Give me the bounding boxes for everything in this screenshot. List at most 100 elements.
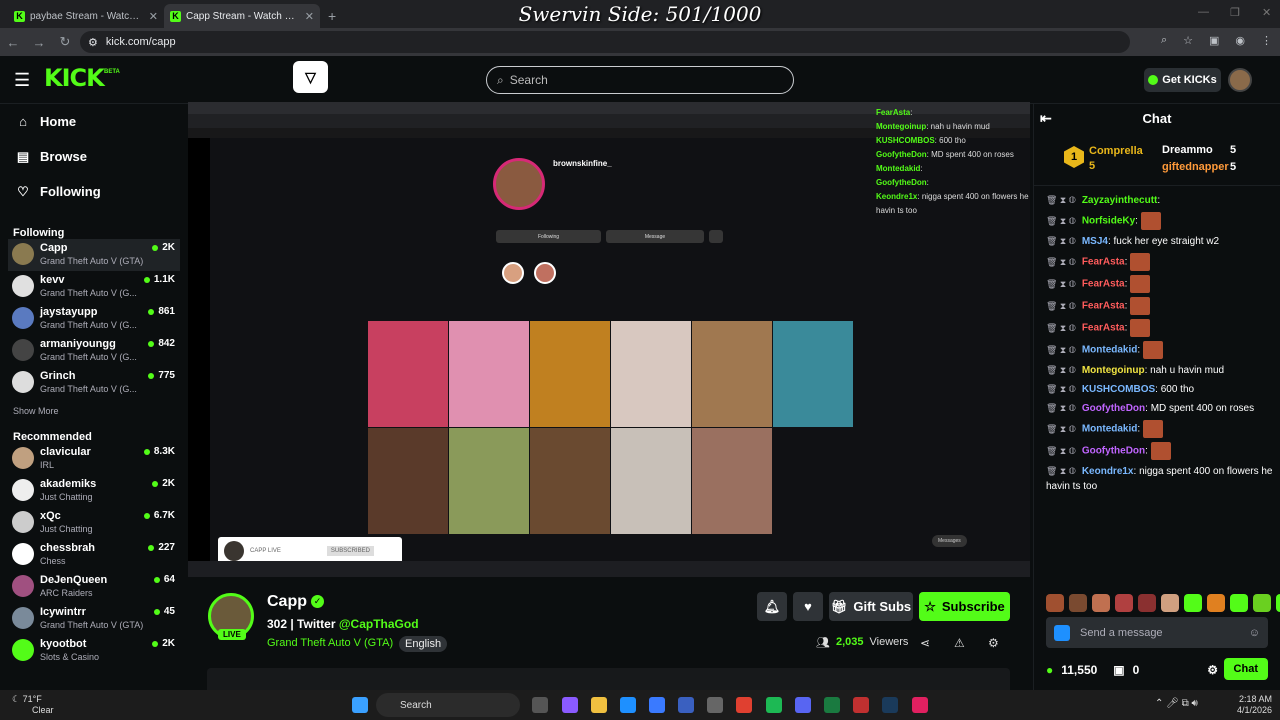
close-window-icon[interactable]: ✕	[1262, 6, 1271, 19]
user-avatar[interactable]	[1228, 68, 1252, 92]
channel-name[interactable]: Capp	[267, 593, 307, 611]
sidebar-channel-xqc[interactable]: xQc Just Chatting 6.7K	[0, 507, 188, 539]
sidebar-channel-akademiks[interactable]: akademiks Just Chatting 2K	[0, 475, 188, 507]
chat-username[interactable]: Zayzayinthecutt	[1082, 195, 1158, 206]
chat-username[interactable]: Montedakid	[1082, 345, 1138, 356]
collapse-chat-icon[interactable]: ⇤	[1040, 110, 1052, 127]
gift-subs-button[interactable]: 🎁︎ Gift Subs	[829, 592, 913, 621]
minimize-icon[interactable]: —	[1198, 6, 1209, 18]
emote[interactable]	[1069, 594, 1087, 612]
copilot-icon[interactable]	[562, 697, 578, 713]
sidebar-channel-armaniyoungg[interactable]: armaniyoungg Grand Theft Auto V (G... 842	[0, 335, 188, 367]
chat-username[interactable]: GoofytheDon	[1082, 446, 1145, 457]
emote[interactable]	[1115, 594, 1133, 612]
language-tag[interactable]: English	[399, 636, 448, 652]
leader-name[interactable]: Comprella	[1089, 145, 1143, 157]
sidebar-channel-clavicular[interactable]: clavicular IRL 8.3K	[0, 443, 188, 475]
mod-actions-icon[interactable]: 🗑︎ ⧗ ◍	[1046, 236, 1076, 246]
chat-username[interactable]: Keondre1x	[1082, 466, 1134, 477]
send-chat-button[interactable]: Chat	[1223, 658, 1268, 680]
sidebar-channel-grinch[interactable]: Grinch Grand Theft Auto V (G... 775	[0, 367, 188, 399]
more-options-icon[interactable]: ⚙	[988, 636, 999, 650]
sidebar-channel-jaystayupp[interactable]: jaystayupp Grand Theft Auto V (G... 861	[0, 303, 188, 335]
mod-actions-icon[interactable]: 🗑︎ ⧗ ◍	[1046, 301, 1076, 311]
spotify-icon[interactable]	[766, 697, 782, 713]
clip-icon[interactable]: ▽	[293, 61, 328, 93]
get-kicks-button[interactable]: Get KICKs	[1144, 68, 1221, 92]
sidebar-item-home[interactable]: ⌂ Home	[0, 104, 188, 139]
close-tab-icon[interactable]: ✕	[305, 10, 314, 23]
chat-settings-icon[interactable]: ⚙	[1207, 663, 1218, 677]
windows-search[interactable]: Search	[376, 693, 520, 717]
emoji-icon[interactable]: ☺	[1249, 627, 1260, 639]
emote[interactable]	[1138, 594, 1156, 612]
tiktok-icon[interactable]	[912, 697, 928, 713]
sidebar-channel-icywintrr[interactable]: Icywintrr Grand Theft Auto V (GTA) 45	[0, 603, 188, 635]
maximize-icon[interactable]: ❐	[1230, 6, 1240, 19]
extensions-icon[interactable]: ▣	[1209, 34, 1219, 47]
mod-actions-icon[interactable]: 🗑︎ ⧗ ◍	[1046, 466, 1076, 476]
mod-actions-icon[interactable]: 🗑︎ ⧗ ◍	[1046, 257, 1076, 267]
chat-username[interactable]: MSJ4	[1082, 236, 1108, 247]
url-field[interactable]: ⚙ kick.com/capp	[80, 31, 1130, 53]
menu-icon[interactable]: ☰	[14, 70, 30, 91]
sidebar-channel-capp[interactable]: Capp Grand Theft Auto V (GTA) 2K	[8, 239, 180, 271]
mod-actions-icon[interactable]: 🗑︎ ⧗ ◍	[1046, 424, 1076, 434]
emote[interactable]	[1161, 594, 1179, 612]
chat-username[interactable]: NorfsideKy	[1082, 216, 1135, 227]
chrome-icon[interactable]	[736, 697, 752, 713]
chat-username[interactable]: Montegoinup	[1082, 365, 1145, 376]
browser-tab-capp[interactable]: K Capp Stream - Watch Live on Ki ✕	[164, 4, 320, 28]
zoom-icon[interactable]: ⌕	[1161, 34, 1167, 47]
emote[interactable]	[1253, 594, 1271, 612]
tray-icons[interactable]: ⌃ 🎤︎ ⧉ 🔊︎	[1155, 698, 1198, 709]
clock[interactable]: 2:18 AM 4/1/2026	[1230, 694, 1272, 716]
mod-actions-icon[interactable]: 🗑︎ ⧗ ◍	[1046, 216, 1076, 226]
file-explorer-icon[interactable]	[591, 697, 607, 713]
sidebar-item-browse[interactable]: ▤ Browse	[0, 139, 188, 174]
mod-actions-icon[interactable]: 🗑︎ ⧗ ◍	[1046, 403, 1076, 413]
mod-actions-icon[interactable]: 🗑︎ ⧗ ◍	[1046, 446, 1076, 456]
emote[interactable]	[1230, 594, 1248, 612]
forward-icon[interactable]: →	[26, 35, 52, 50]
report-icon[interactable]: ⚠	[954, 636, 965, 650]
windows-start-icon[interactable]	[352, 697, 368, 713]
kick-logo[interactable]: KICK	[44, 64, 105, 92]
chat-username[interactable]: FearAsta	[1082, 323, 1125, 334]
chat-username[interactable]: FearAsta	[1082, 257, 1125, 268]
sidebar-channel-chessbrah[interactable]: chessbrah Chess 227	[0, 539, 188, 571]
browser-menu-icon[interactable]: ⋮	[1261, 34, 1272, 47]
back-icon[interactable]: ←	[0, 35, 26, 50]
steam-icon[interactable]	[882, 697, 898, 713]
discord-icon[interactable]	[795, 697, 811, 713]
kick-emote-icon[interactable]	[1054, 624, 1070, 641]
subscribe-button[interactable]: ☆ Subscribe	[919, 592, 1010, 621]
emote[interactable]	[1276, 594, 1280, 612]
stream-category[interactable]: Grand Theft Auto V (GTA)	[267, 637, 393, 649]
leader-name[interactable]: Dreammo	[1162, 144, 1213, 156]
xbox-icon[interactable]	[824, 697, 840, 713]
edge-icon[interactable]	[620, 697, 636, 713]
emote[interactable]	[1092, 594, 1110, 612]
mail-icon[interactable]	[678, 697, 694, 713]
close-tab-icon[interactable]: ✕	[149, 10, 158, 23]
kicks-balance[interactable]: 11,550	[1061, 663, 1097, 677]
mod-actions-icon[interactable]: 🗑︎ ⧗ ◍	[1046, 279, 1076, 289]
app-icon[interactable]	[707, 697, 723, 713]
mod-actions-icon[interactable]: 🗑︎ ⧗ ◍	[1046, 323, 1076, 333]
reload-icon[interactable]: ↻	[52, 34, 78, 50]
weather-widget[interactable]: ☾ 71°F Clear	[12, 694, 54, 715]
show-more-link[interactable]: Show More	[0, 399, 188, 423]
sidebar-channel-kevv[interactable]: kevv Grand Theft Auto V (G... 1.1K	[0, 271, 188, 303]
sidebar-item-following[interactable]: ♡ Following	[0, 174, 188, 209]
search-input[interactable]: ⌕ Search	[486, 66, 794, 94]
site-info-icon[interactable]: ⚙	[88, 36, 98, 49]
opera-icon[interactable]	[853, 697, 869, 713]
chat-username[interactable]: FearAsta	[1082, 301, 1125, 312]
new-tab-button[interactable]: +	[328, 8, 336, 24]
chat-username[interactable]: Montedakid	[1082, 424, 1138, 435]
follow-heart-button[interactable]: ♥	[793, 592, 823, 621]
profile-icon[interactable]: ◉	[1235, 34, 1245, 47]
emote[interactable]	[1184, 594, 1202, 612]
share-icon[interactable]: ⋖	[920, 636, 930, 650]
